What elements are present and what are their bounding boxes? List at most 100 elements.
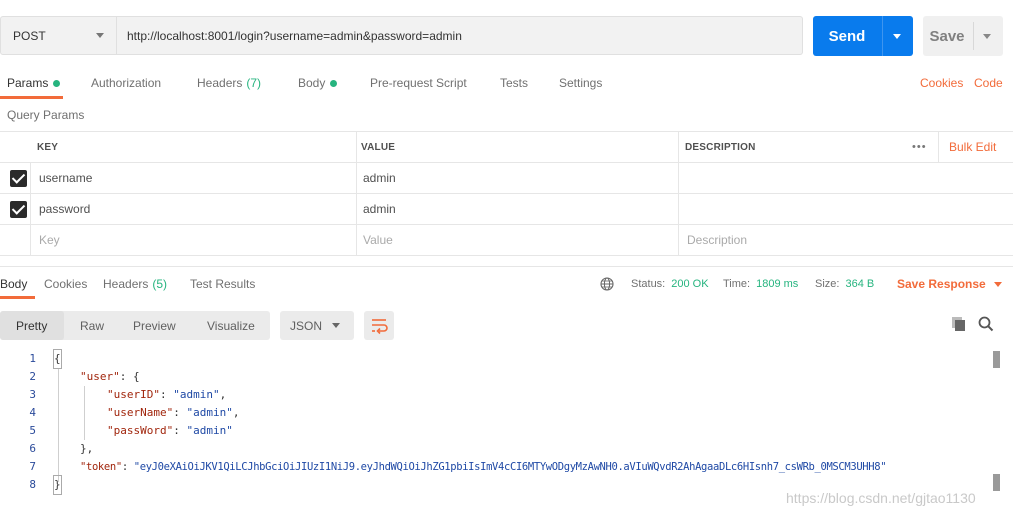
key-header: KEY	[37, 141, 59, 153]
param-value[interactable]: admin	[363, 194, 396, 224]
tab-response-cookies[interactable]: Cookies	[44, 270, 87, 298]
send-options-chevron-icon[interactable]	[893, 34, 901, 39]
code-text: "userName": "admin",	[107, 406, 240, 419]
param-value[interactable]: admin	[363, 163, 396, 193]
globe-icon[interactable]	[600, 277, 614, 291]
tab-pre-request-script[interactable]: Pre-request Script	[370, 68, 467, 98]
watermark: https://blog.csdn.net/gjtao1130	[786, 490, 976, 506]
tab-headers[interactable]: Headers (7)	[197, 68, 261, 98]
column-divider	[678, 131, 679, 256]
code-line: 4 "userName": "admin",	[0, 404, 1000, 422]
scrollbar-thumb[interactable]	[993, 474, 1000, 491]
tab-body[interactable]: Body	[298, 68, 338, 98]
send-button[interactable]: Send	[813, 16, 913, 56]
tab-label: Tests	[500, 76, 529, 90]
code-text: }	[53, 475, 62, 495]
key-input[interactable]: Key	[39, 225, 60, 255]
view-raw[interactable]: Raw	[80, 311, 104, 340]
code-line: 3 "userID": "admin",	[0, 386, 1000, 404]
tab-response-headers[interactable]: Headers (5)	[103, 270, 167, 298]
response-body-code[interactable]: 1 { 2 "user": { 3 "userID": "admin", 4 "…	[0, 349, 1013, 500]
view-visualize[interactable]: Visualize	[207, 311, 255, 340]
bulk-edit-link[interactable]: Bulk Edit	[949, 132, 996, 162]
code-line: 6 },	[0, 440, 1000, 458]
code-text: {	[53, 349, 62, 369]
wrap-lines-button[interactable]	[364, 311, 394, 340]
chevron-down-icon	[332, 323, 340, 328]
size-readout: Size: 364 B	[815, 270, 874, 298]
description-header: DESCRIPTION	[685, 141, 756, 153]
status-value: 200 OK	[671, 278, 709, 290]
tab-label: Headers	[103, 277, 149, 291]
value-header: VALUE	[361, 141, 396, 153]
code-text: "passWord": "admin"	[107, 424, 233, 437]
code-line: 1 {	[0, 349, 1000, 369]
copy-icon[interactable]	[949, 314, 969, 334]
url-input[interactable]: http://localhost:8001/login?username=adm…	[117, 16, 803, 55]
view-mode-bar: Pretty Raw Preview Visualize	[0, 311, 270, 340]
param-key[interactable]: username	[39, 163, 92, 193]
code-link[interactable]: Code	[974, 68, 1003, 98]
wrap-icon	[372, 319, 388, 335]
code-text: "token": "eyJ0eXAiOiJKV1QiLCJhbGciOiJIUz…	[80, 461, 887, 473]
save-options-chevron-icon[interactable]	[983, 34, 991, 39]
tab-params[interactable]: Params	[7, 68, 61, 98]
save-button[interactable]: Save	[923, 16, 1003, 56]
request-bar: POST http://localhost:8001/login?usernam…	[0, 0, 1013, 66]
status-label: Status:	[631, 278, 666, 290]
tab-test-results[interactable]: Test Results	[190, 270, 255, 298]
status-readout: Status: 200 OK	[631, 270, 709, 298]
line-number: 8	[29, 478, 36, 491]
line-number: 1	[29, 352, 36, 365]
code-line: 5 "passWord": "admin"	[0, 422, 1000, 440]
send-label: Send	[828, 27, 866, 45]
row-checkbox[interactable]	[10, 201, 27, 218]
row-checkbox[interactable]	[10, 170, 27, 187]
time-label: Time:	[723, 278, 751, 290]
size-value: 364 B	[845, 278, 875, 290]
more-options-icon[interactable]: •••	[912, 132, 927, 162]
code-line: 2 "user": {	[0, 368, 1000, 386]
tab-label: Params	[7, 76, 49, 90]
search-icon[interactable]	[976, 314, 996, 334]
request-tabs: Params Authorization Headers (7) Body Pr…	[0, 68, 1013, 98]
line-number: 3	[29, 388, 36, 401]
param-key[interactable]: password	[39, 194, 90, 224]
format-select[interactable]: JSON	[280, 311, 354, 340]
tab-response-body[interactable]: Body	[0, 270, 27, 298]
response-divider	[0, 266, 1013, 267]
table-row: password admin	[0, 194, 1013, 225]
line-number: 4	[29, 406, 36, 419]
table-row: username admin	[0, 163, 1013, 194]
active-response-tab-indicator	[0, 296, 35, 299]
status-dot-icon	[53, 79, 61, 87]
tab-label: Pre-request Script	[370, 76, 467, 90]
url-text: http://localhost:8001/login?username=adm…	[127, 28, 462, 43]
save-response-label: Save Response	[897, 277, 986, 291]
tab-tests[interactable]: Tests	[500, 68, 528, 98]
active-tab-indicator	[0, 96, 63, 99]
tab-label: Authorization	[91, 76, 162, 90]
line-number: 6	[29, 442, 36, 455]
tab-authorization[interactable]: Authorization	[91, 68, 161, 98]
view-pretty[interactable]: Pretty	[16, 311, 47, 340]
send-divider	[882, 16, 883, 56]
method-select[interactable]: POST	[0, 16, 117, 55]
line-number: 5	[29, 424, 36, 437]
scrollbar-thumb[interactable]	[993, 351, 1000, 368]
value-input[interactable]: Value	[363, 225, 393, 255]
chevron-down-icon	[993, 281, 1002, 287]
tab-count: (5)	[152, 277, 168, 291]
tab-settings[interactable]: Settings	[559, 68, 602, 98]
status-dot-icon	[330, 79, 338, 87]
save-response-button[interactable]: Save Response	[897, 270, 1002, 298]
line-number: 2	[29, 370, 36, 383]
column-divider	[30, 163, 31, 256]
cookies-link[interactable]: Cookies	[920, 68, 963, 98]
size-label: Size:	[815, 278, 840, 290]
view-preview[interactable]: Preview	[133, 311, 176, 340]
column-divider	[938, 131, 939, 162]
format-label: JSON	[290, 318, 323, 333]
table-row-new: Key Value Description	[0, 225, 1013, 256]
description-input[interactable]: Description	[687, 225, 747, 255]
